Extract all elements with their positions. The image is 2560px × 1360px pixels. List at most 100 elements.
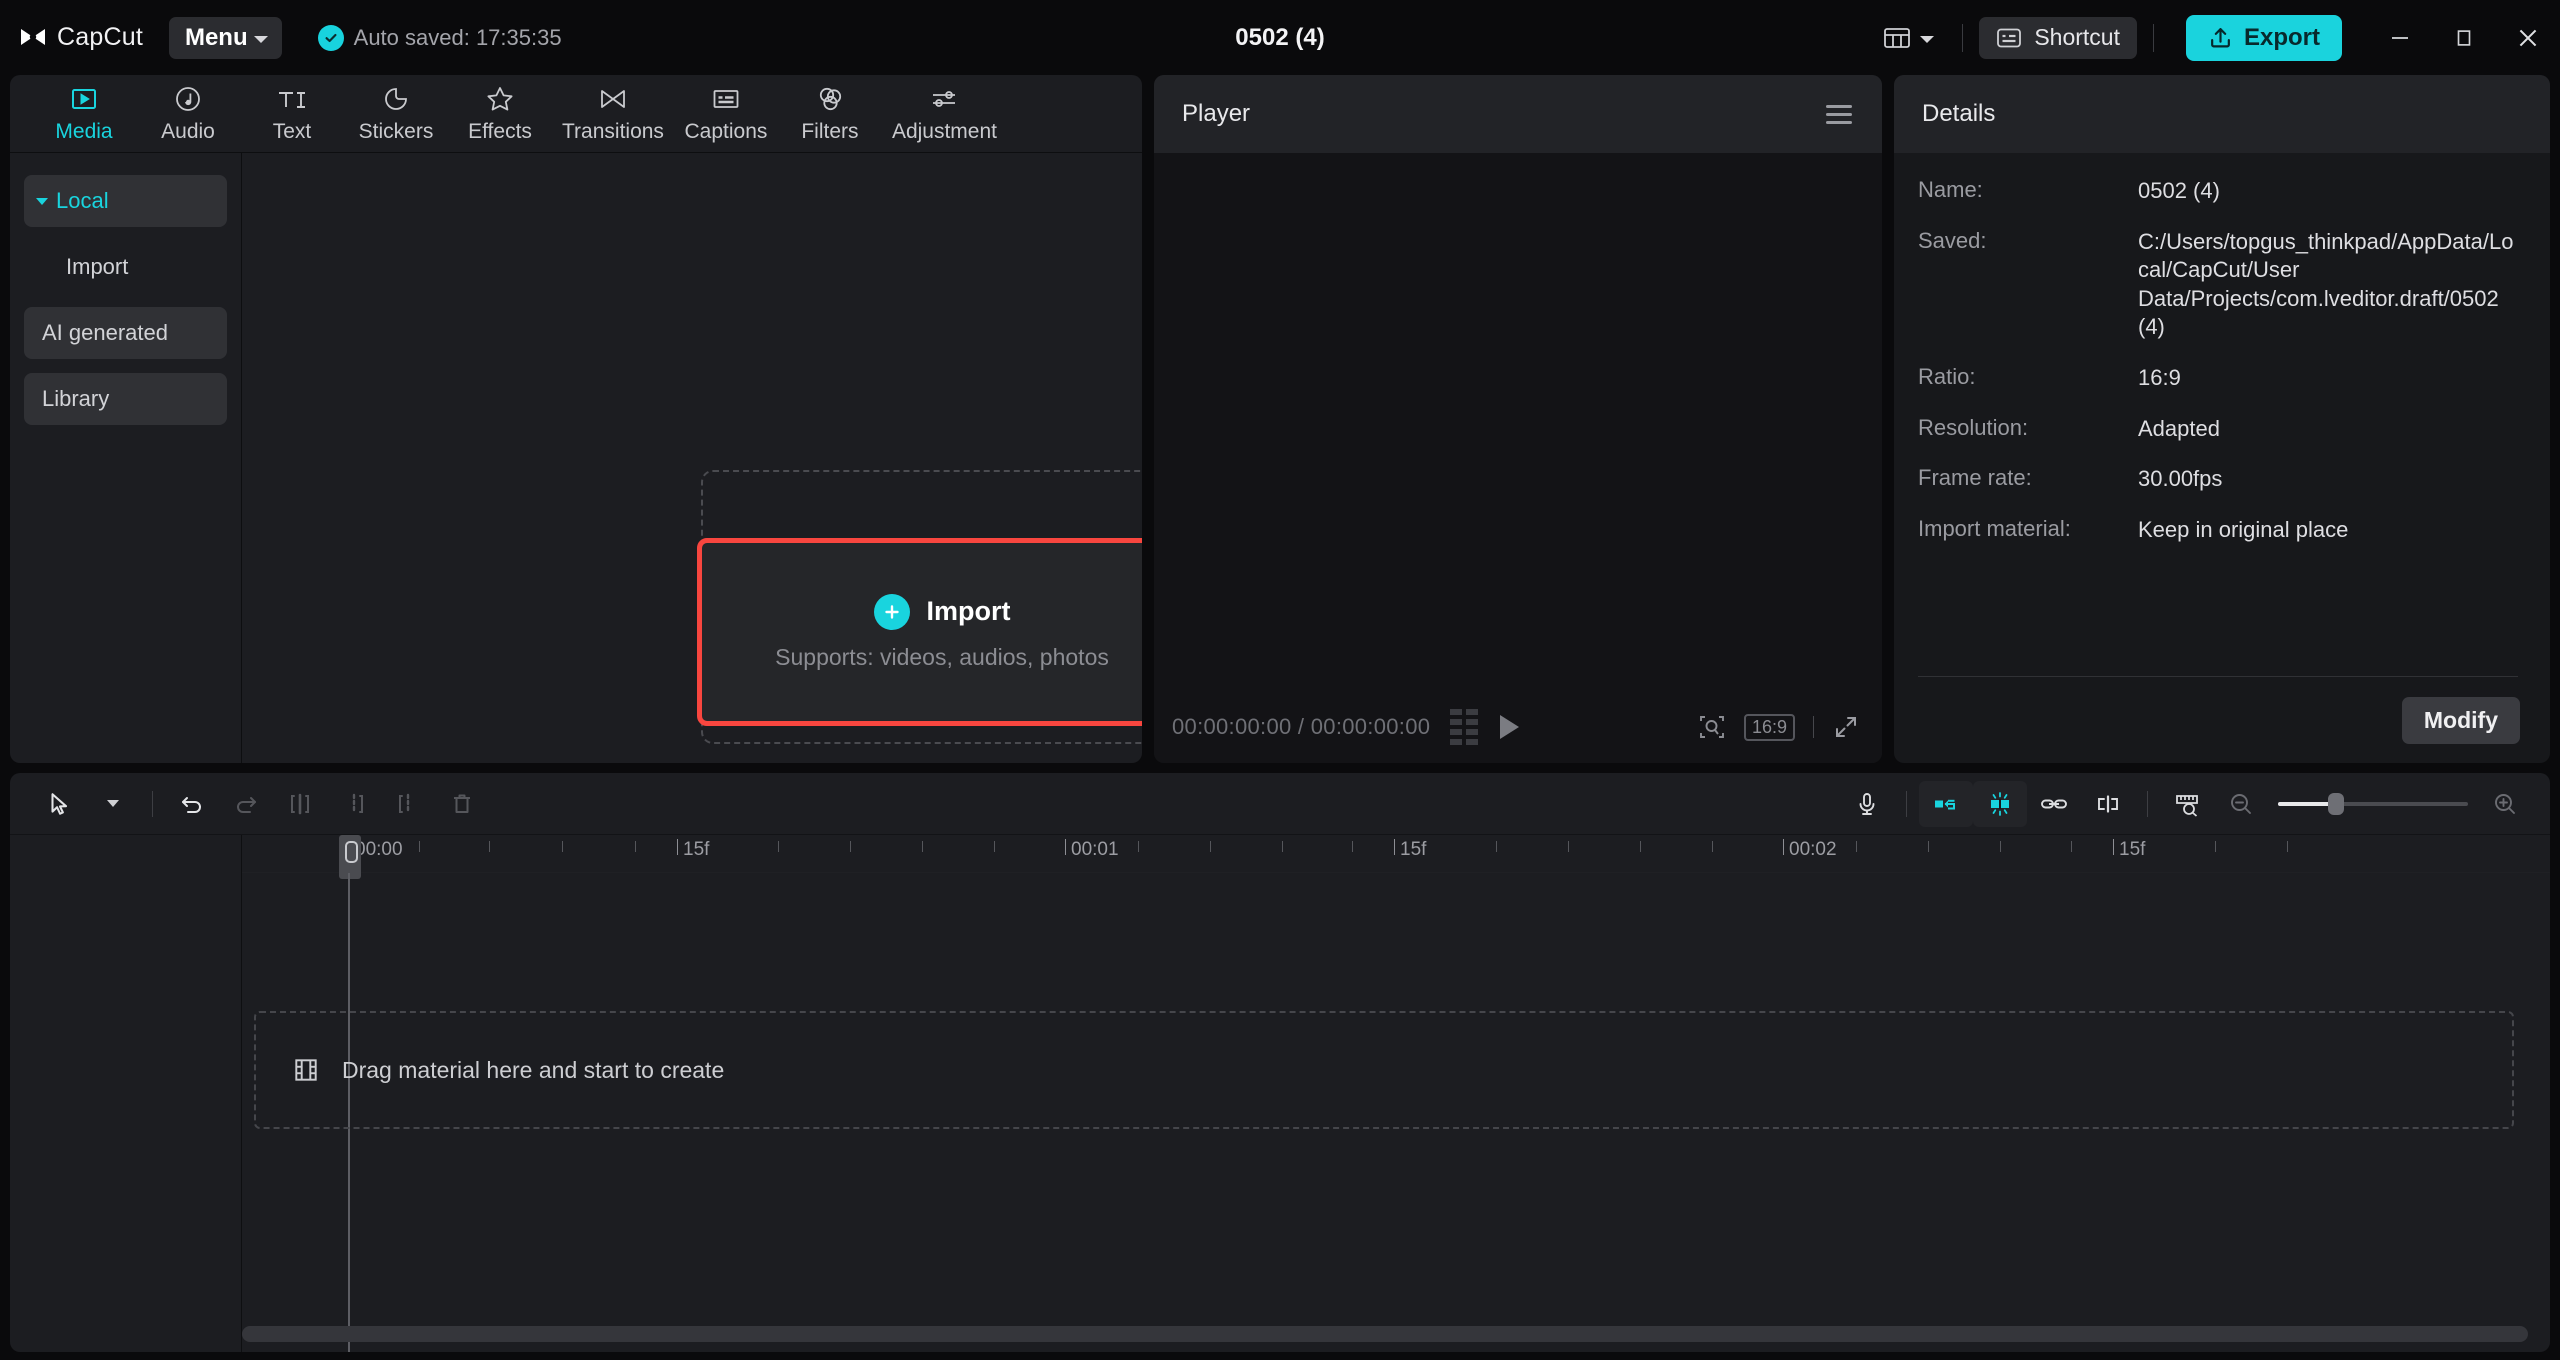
tab-text[interactable]: Text [240, 75, 344, 153]
ruler-label: 15f [683, 839, 710, 860]
sidebar-item-local[interactable]: Local [24, 175, 227, 227]
timeline-horizontal-scrollbar[interactable] [242, 1326, 2528, 1342]
zoom-in-icon[interactable] [2478, 781, 2532, 827]
menu-button[interactable]: Menu [168, 16, 282, 59]
zoom-slider-handle[interactable] [2328, 792, 2344, 815]
timeline-toolbar [10, 773, 2550, 835]
zoom-slider[interactable] [2278, 792, 2468, 815]
tab-adjustment-label: Adjustment [891, 119, 997, 143]
tab-bar: Media Audio Text Stickers Effects Transi… [10, 75, 1142, 153]
details-value: 0502 (4) [2138, 178, 2220, 203]
import-label: Import [926, 596, 1011, 626]
player-stage[interactable] [1154, 153, 1882, 691]
details-title: Details [1922, 100, 1996, 127]
trim-left-icon[interactable] [327, 781, 381, 827]
tab-media[interactable]: Media [32, 75, 136, 153]
sidebar-item-library[interactable]: Library [24, 373, 227, 425]
effects-star-icon [485, 84, 515, 115]
sidebar-item-library-label: Library [42, 386, 110, 411]
chevron-down-icon [36, 197, 48, 205]
timeline-canvas[interactable]: 00:00 15f 00:01 15f 00:02 15f Drag mater… [242, 835, 2550, 1352]
tab-effects[interactable]: Effects [448, 75, 552, 153]
play-icon[interactable] [1500, 715, 1520, 739]
minimize-icon [2388, 26, 2412, 50]
minimize-button[interactable] [2368, 0, 2432, 75]
upload-icon [2208, 25, 2233, 50]
tab-transitions[interactable]: Transitions [552, 75, 674, 153]
fullscreen-icon[interactable] [1832, 713, 1860, 741]
ruler-label: 00:01 [1071, 839, 1119, 860]
media-panel-body: Local Import AI generated Library Import… [10, 153, 1142, 763]
tab-filters[interactable]: Filters [778, 75, 882, 153]
link-icon[interactable] [2027, 781, 2081, 827]
tab-adjustment[interactable]: Adjustment [882, 75, 1007, 153]
close-button[interactable] [2496, 0, 2560, 75]
shortcut-label: Shortcut [2034, 24, 2120, 50]
menu-button-label: Menu [184, 23, 248, 51]
ruler-label: 00:02 [1789, 839, 1837, 860]
player-header: Player [1154, 75, 1882, 153]
tab-captions-label: Captions [684, 119, 768, 143]
timeline-toolbar-right [1840, 780, 2532, 827]
details-label: Import material: [1918, 515, 2071, 541]
timeline-ruler[interactable]: 00:00 15f 00:01 15f 00:02 15f [242, 835, 2550, 873]
split-marker-icon[interactable] [2081, 781, 2135, 827]
zoom-out-icon[interactable] [2214, 781, 2268, 827]
playhead-handle[interactable] [339, 835, 361, 879]
sidebar-item-local-label: Local [56, 188, 109, 213]
redo-icon[interactable] [219, 781, 273, 827]
work-area: Media Audio Text Stickers Effects Transi… [0, 75, 2560, 763]
tab-media-label: Media [55, 119, 113, 143]
microphone-icon[interactable] [1840, 781, 1894, 827]
layout-button[interactable] [1872, 20, 1946, 56]
player-ratio-chip[interactable]: 16:9 [1743, 713, 1795, 741]
zoom-slider-fill [2278, 801, 2334, 806]
autosave-text: Auto saved: 17:35:35 [353, 24, 562, 50]
ruler-label: 15f [1400, 839, 1427, 860]
undo-icon[interactable] [165, 781, 219, 827]
tab-audio[interactable]: Audio [136, 75, 240, 153]
shortcut-button[interactable]: Shortcut [1979, 16, 2137, 59]
grid-view-icon[interactable] [1450, 709, 1479, 745]
tab-effects-label: Effects [468, 119, 532, 143]
delete-icon[interactable] [435, 781, 489, 827]
zoom-fit-icon[interactable] [1698, 713, 1726, 741]
export-button[interactable]: Export [2185, 14, 2342, 61]
chevron-down-icon [1920, 35, 1935, 43]
maximize-button[interactable] [2432, 0, 2496, 75]
media-sidebar: Local Import AI generated Library [10, 153, 242, 763]
mirror-icon[interactable] [1919, 780, 1973, 827]
tab-audio-label: Audio [161, 119, 215, 143]
timeline-dropzone-text: Drag material here and start to create [342, 1056, 725, 1083]
tab-stickers[interactable]: Stickers [344, 75, 448, 153]
sidebar-item-ai-generated[interactable]: AI generated [24, 307, 227, 359]
select-arrow-icon[interactable] [32, 781, 86, 827]
sidebar-item-ai-generated-label: AI generated [42, 320, 168, 345]
sidebar-item-import[interactable]: Import [24, 241, 227, 293]
divider [152, 790, 153, 817]
chevron-down-icon [253, 35, 268, 43]
hamburger-icon[interactable] [1826, 104, 1852, 124]
brand-name: CapCut [57, 23, 143, 51]
details-label: Saved: [1918, 227, 1987, 253]
divider [1813, 716, 1814, 738]
trim-right-icon[interactable] [381, 781, 435, 827]
details-value: C:/Users/topgus_thinkpad/AppData/Local/C… [2138, 228, 2514, 340]
keyboard-icon [1996, 26, 2022, 50]
chevron-down-icon[interactable] [86, 781, 140, 827]
freeze-icon[interactable] [1973, 780, 2027, 827]
details-row-resolution: Resolution: Adapted [1918, 415, 2518, 444]
details-body: Name: 0502 (4) Saved: C:/Users/topgus_th… [1894, 153, 2550, 668]
modify-button[interactable]: Modify [2401, 696, 2520, 744]
import-button[interactable]: Import Supports: videos, audios, photos [697, 538, 1142, 726]
brand: CapCut [18, 23, 143, 53]
tab-captions[interactable]: Captions [674, 75, 778, 153]
close-icon [2515, 25, 2541, 51]
layout-icon [1884, 26, 1911, 50]
split-icon[interactable] [273, 781, 327, 827]
ruler-zoom-icon[interactable] [2160, 781, 2214, 827]
timeline-dropzone[interactable]: Drag material here and start to create [254, 1011, 2514, 1129]
autosave-status: Auto saved: 17:35:35 [317, 24, 562, 51]
sticker-icon [381, 84, 411, 115]
adjustment-sliders-icon [929, 84, 959, 115]
